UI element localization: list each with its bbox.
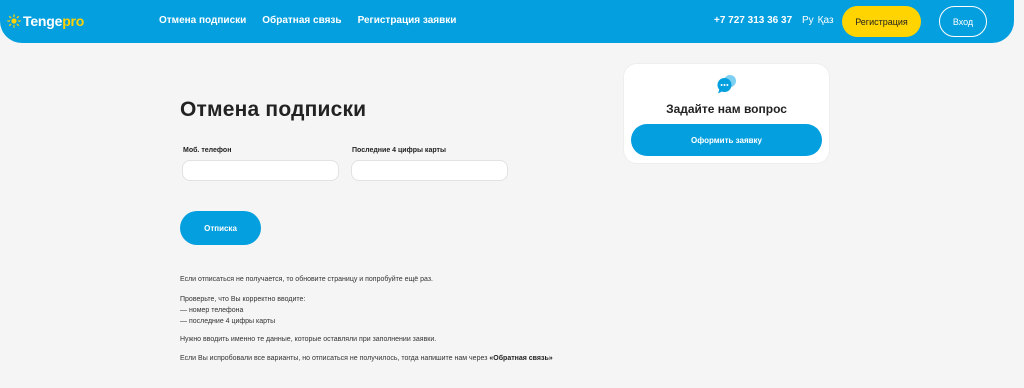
unsubscribe-button[interactable]: Отписка — [180, 211, 261, 245]
lang-ru[interactable]: Ру — [802, 15, 814, 26]
info-data-text: Нужно вводить именно те данные, которые … — [180, 336, 437, 343]
language-switcher: Ру Қаз — [802, 15, 834, 26]
card-digits-input[interactable] — [351, 160, 508, 181]
top-navbar: Tengepro Отмена подписки Обратная связь … — [0, 0, 1014, 43]
logo[interactable]: Tengepro — [7, 13, 84, 29]
nav-link-application[interactable]: Регистрация заявки — [358, 15, 457, 26]
info-contact-sentence: Если Вы испробовали все варианты, но отп… — [180, 355, 488, 362]
phone-input[interactable] — [182, 160, 339, 181]
info-contact-text: Если Вы испробовали все варианты, но отп… — [180, 353, 560, 364]
register-button[interactable]: Регистрация — [842, 6, 921, 37]
logo-text: Tengepro — [23, 13, 84, 29]
nav-link-feedback[interactable]: Обратная связь — [262, 15, 341, 26]
lang-kz[interactable]: Қаз — [818, 15, 834, 26]
sun-icon — [7, 14, 21, 28]
chat-bubbles-icon — [716, 74, 738, 101]
info-check-intro: Проверьте, что Вы корректно вводите: — [180, 296, 306, 303]
phone-link[interactable]: +7 727 313 36 37 — [714, 15, 792, 26]
card-digits-label: Последние 4 цифры карты — [352, 147, 446, 154]
feedback-link[interactable]: «Обратная связь» — [489, 355, 552, 362]
login-button[interactable]: Вход — [939, 6, 987, 37]
phone-label: Моб. телефон — [183, 147, 232, 154]
info-check-phone: — номер телефона — [180, 307, 244, 314]
info-check-block: Проверьте, что Вы корректно вводите: — н… — [180, 294, 600, 327]
question-card: Задайте нам вопрос Оформить заявку — [623, 63, 830, 164]
nav-links: Отмена подписки Обратная связь Регистрац… — [159, 15, 456, 26]
logo-text-pro: pro — [62, 13, 85, 29]
card-title: Задайте нам вопрос — [666, 102, 787, 116]
info-refresh-text: Если отписаться не получается, то обнови… — [180, 276, 433, 283]
page-title: Отмена подписки — [180, 98, 367, 121]
nav-link-unsubscribe[interactable]: Отмена подписки — [159, 15, 246, 26]
submit-request-button[interactable]: Оформить заявку — [631, 124, 822, 156]
logo-text-tenge: Tenge — [23, 13, 63, 29]
info-check-card: — последние 4 цифры карты — [180, 318, 276, 325]
